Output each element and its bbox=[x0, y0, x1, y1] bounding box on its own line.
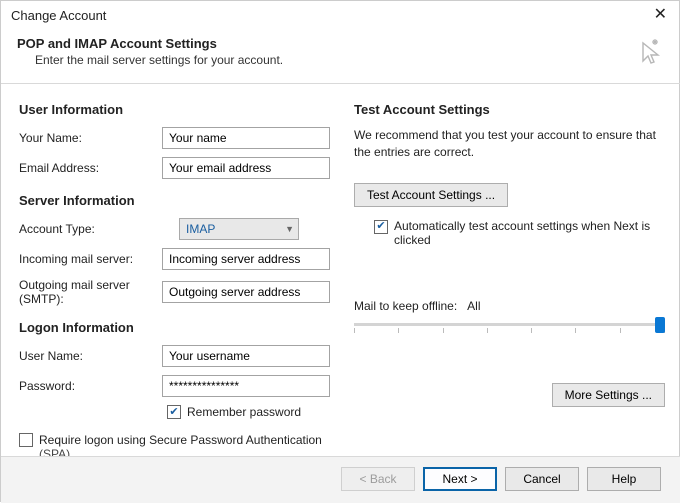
account-type-value: IMAP bbox=[186, 222, 215, 236]
help-button[interactable]: Help bbox=[587, 467, 661, 491]
window-title: Change Account bbox=[11, 8, 648, 23]
remember-password-checkbox[interactable] bbox=[167, 405, 181, 419]
auto-test-checkbox[interactable] bbox=[374, 220, 388, 234]
username-input[interactable] bbox=[162, 345, 330, 367]
outgoing-server-input[interactable] bbox=[162, 281, 330, 303]
spa-label: Require logon using Secure Password Auth… bbox=[39, 433, 322, 447]
test-account-settings-button[interactable]: Test Account Settings ... bbox=[354, 183, 508, 207]
slider-thumb-icon[interactable] bbox=[655, 317, 665, 333]
close-icon[interactable]: ✕ bbox=[648, 7, 673, 23]
test-heading: Test Account Settings bbox=[354, 102, 665, 117]
spa-checkbox[interactable] bbox=[19, 433, 33, 447]
account-type-combo[interactable]: IMAP ▼ bbox=[179, 218, 299, 240]
password-input[interactable] bbox=[162, 375, 330, 397]
outgoing-label: Outgoing mail server (SMTP): bbox=[19, 278, 162, 306]
title-bar: Change Account ✕ bbox=[1, 1, 680, 27]
logon-information-heading: Logon Information bbox=[19, 320, 330, 335]
cursor-sparkle-icon bbox=[633, 35, 665, 67]
dialog-header: POP and IMAP Account Settings Enter the … bbox=[1, 27, 680, 84]
email-input[interactable] bbox=[162, 157, 330, 179]
incoming-label: Incoming mail server: bbox=[19, 252, 162, 266]
auto-test-label: Automatically test account settings when… bbox=[394, 219, 665, 247]
test-description: We recommend that you test your account … bbox=[354, 127, 665, 161]
back-button[interactable]: < Back bbox=[341, 467, 415, 491]
mail-offline-label: Mail to keep offline: bbox=[354, 299, 457, 313]
more-settings-button[interactable]: More Settings ... bbox=[552, 383, 665, 407]
chevron-down-icon: ▼ bbox=[285, 224, 294, 234]
mail-offline-slider[interactable] bbox=[354, 317, 665, 341]
remember-password-label: Remember password bbox=[187, 405, 301, 419]
email-label: Email Address: bbox=[19, 161, 162, 175]
incoming-server-input[interactable] bbox=[162, 248, 330, 270]
server-information-heading: Server Information bbox=[19, 193, 330, 208]
mail-offline-value: All bbox=[467, 299, 480, 313]
username-label: User Name: bbox=[19, 349, 162, 363]
user-information-heading: User Information bbox=[19, 102, 330, 117]
your-name-input[interactable] bbox=[162, 127, 330, 149]
header-title: POP and IMAP Account Settings bbox=[17, 36, 633, 51]
dialog-footer: < Back Next > Cancel Help bbox=[1, 456, 680, 503]
header-subtitle: Enter the mail server settings for your … bbox=[35, 53, 633, 67]
account-type-label: Account Type: bbox=[19, 222, 179, 236]
your-name-label: Your Name: bbox=[19, 131, 162, 145]
cancel-button[interactable]: Cancel bbox=[505, 467, 579, 491]
password-label: Password: bbox=[19, 379, 162, 393]
next-button[interactable]: Next > bbox=[423, 467, 497, 491]
